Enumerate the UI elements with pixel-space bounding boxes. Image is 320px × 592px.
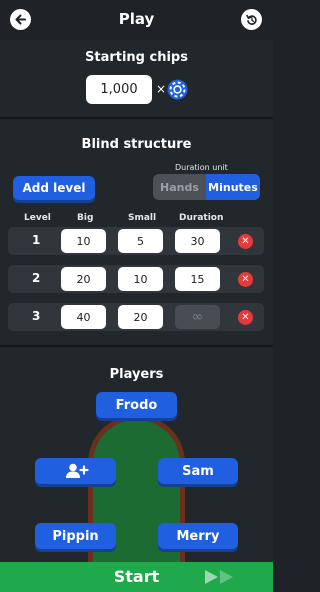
add-player-icon [65,463,89,478]
duration-input[interactable]: 15 [175,267,220,291]
player-seat-merry[interactable]: Merry [158,523,238,549]
duration-unit-minutes[interactable]: Minutes [206,174,260,200]
duration-unit-hands[interactable]: Hands [153,174,206,200]
small-blind-input[interactable]: 20 [118,305,163,329]
small-blind-input[interactable]: 10 [118,267,163,291]
page-title: Play [118,10,155,28]
starting-chips-title: Starting chips [85,50,188,65]
player-seat-sam[interactable]: Sam [158,458,238,484]
reset-button[interactable] [241,9,262,30]
duration-input-infinite[interactable]: ∞ [175,305,220,329]
delete-level-button[interactable]: ✕ [238,272,253,287]
fast-forward-icon [205,570,233,584]
delete-level-button[interactable]: ✕ [238,234,253,249]
starting-chips-input[interactable]: 1,000 [86,75,152,104]
delete-level-button[interactable]: ✕ [238,310,253,325]
column-header-level: Level [24,213,51,223]
blind-level-row: 3 40 20 ∞ ✕ [8,303,264,331]
level-number: 3 [32,309,41,323]
multiply-sign: × [156,82,167,96]
duration-unit-toggle: Hands Minutes [153,174,260,200]
small-blind-input[interactable]: 5 [118,229,163,253]
close-icon: ✕ [241,236,250,247]
players-title: Players [109,367,164,382]
blind-level-row: 1 10 5 30 ✕ [8,227,264,255]
level-number: 2 [32,271,41,285]
close-icon: ✕ [241,312,250,323]
player-seat-frodo[interactable]: Frodo [96,392,177,418]
player-seat-pippin[interactable]: Pippin [35,523,116,549]
column-header-big: Big [77,213,94,223]
reset-icon [245,14,257,25]
add-level-button[interactable]: Add level [13,176,95,200]
big-blind-input[interactable]: 10 [61,229,106,253]
top-bar: Play [0,0,273,40]
duration-input[interactable]: 30 [175,229,220,253]
column-header-small: Small [128,213,157,223]
blind-structure-title: Blind structure [81,137,192,152]
close-icon: ✕ [241,274,250,285]
big-blind-input[interactable]: 20 [61,267,106,291]
column-header-duration: Duration [179,213,224,223]
add-player-button[interactable] [35,458,116,484]
big-blind-input[interactable]: 40 [61,305,106,329]
poker-chip-icon [167,79,188,100]
blind-level-row: 2 20 10 15 ✕ [8,265,264,293]
level-number: 1 [32,233,41,247]
duration-unit-label: Duration unit [175,163,228,172]
